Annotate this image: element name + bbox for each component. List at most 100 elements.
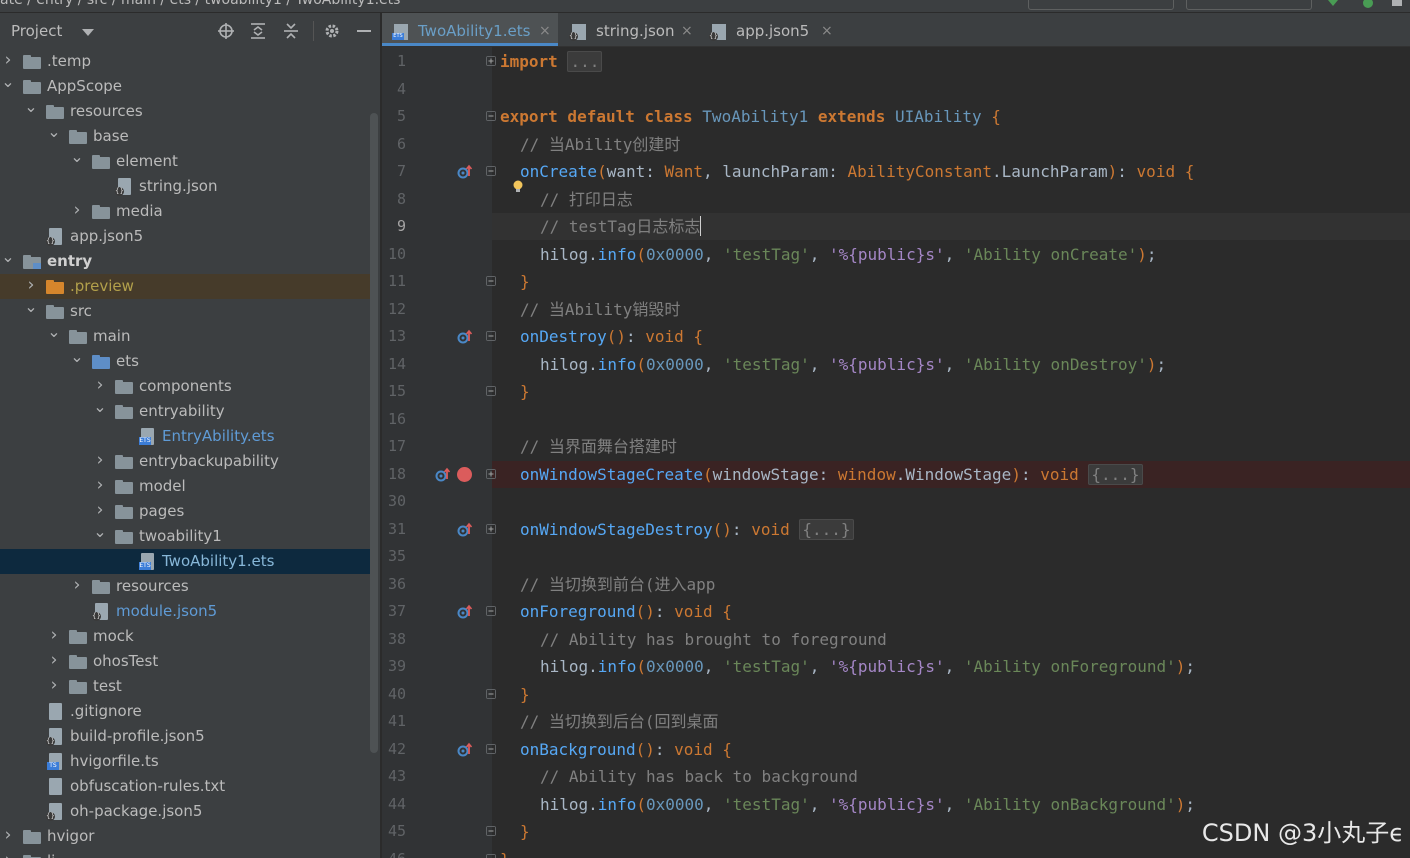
implements-override-icon[interactable] — [457, 329, 473, 345]
line-number[interactable]: 17 — [382, 437, 406, 455]
chevron-right-icon[interactable]: › — [70, 199, 84, 224]
implements-override-icon[interactable] — [457, 522, 473, 538]
breadcrumb[interactable]: ate / entry / src / main / ets / twoabil… — [0, 0, 400, 8]
line-number[interactable]: 13 — [382, 327, 406, 345]
tree-item[interactable]: ⌄ ets — [0, 349, 370, 374]
tree-item[interactable]: ⌄ entry — [0, 249, 370, 274]
tree-item[interactable]: ⌄ element — [0, 149, 370, 174]
code-line[interactable]: // Ability has back to background — [540, 763, 858, 790]
code-line[interactable]: import ... — [500, 48, 603, 75]
chevron-down-icon[interactable] — [82, 29, 94, 36]
code-token[interactable]: {...} — [1088, 463, 1143, 485]
fold-collapse-icon[interactable] — [486, 743, 496, 754]
no-devices-selector[interactable] — [1186, 0, 1312, 10]
code-line[interactable]: // 当切换到前台(进入app — [520, 571, 715, 598]
tree-item[interactable]: › li... — [0, 849, 370, 858]
fold-expand-icon[interactable] — [486, 523, 496, 534]
line-number[interactable]: 11 — [382, 272, 406, 290]
code-line[interactable]: } — [520, 818, 530, 845]
line-number[interactable]: 36 — [382, 575, 406, 593]
code-line[interactable]: onWindowStageDestroy(): void {...} — [520, 516, 854, 543]
tree-item[interactable]: .gitignore — [0, 699, 370, 724]
tab-app-json5[interactable]: {} app.json5 × — [700, 13, 840, 46]
tree-item[interactable]: {} build-profile.json5 — [0, 724, 370, 749]
chevron-right-icon[interactable]: › — [24, 274, 38, 299]
implements-override-icon[interactable] — [457, 604, 473, 620]
chevron-right-icon[interactable]: › — [47, 674, 61, 699]
code-line[interactable]: hilog.info(0x0000, 'testTag', '%{public}… — [540, 791, 1195, 818]
code-line[interactable]: // 当切换到后台(回到桌面 — [520, 708, 719, 735]
line-number[interactable]: 6 — [382, 135, 406, 153]
collapse-all-icon[interactable] — [282, 22, 300, 40]
tree-item[interactable]: TS hvigorfile.ts — [0, 749, 370, 774]
device-selector[interactable] — [1028, 0, 1174, 10]
tab-twoability1-ets[interactable]: ETS TwoAbility1.ets × — [382, 13, 558, 46]
code-line[interactable]: onWindowStageCreate(windowStage: window.… — [520, 461, 1143, 488]
chevron-right-icon[interactable]: › — [47, 649, 61, 674]
line-number[interactable]: 38 — [382, 630, 406, 648]
fold-collapse-icon[interactable] — [486, 606, 496, 616]
code-token[interactable]: ... — [567, 51, 603, 72]
fold-expand-icon[interactable] — [486, 56, 496, 66]
breakpoint-icon[interactable] — [457, 466, 472, 482]
chevron-right-icon[interactable]: › — [1, 824, 15, 849]
fold-collapse-icon[interactable] — [486, 826, 496, 836]
code-line[interactable]: // 当Ability销毁时 — [520, 296, 680, 323]
debug-icon[interactable] — [1360, 0, 1376, 10]
chevron-down-icon[interactable]: ⌄ — [93, 399, 107, 424]
code-line[interactable]: } — [520, 681, 530, 708]
chevron-right-icon[interactable]: › — [93, 374, 107, 399]
fold-collapse-icon[interactable] — [486, 688, 496, 699]
tree-item[interactable]: › resources — [0, 574, 370, 599]
tree-item[interactable]: › components — [0, 374, 370, 399]
line-number[interactable]: 15 — [382, 382, 406, 400]
line-number[interactable]: 37 — [382, 602, 406, 620]
chevron-right-icon[interactable]: › — [47, 624, 61, 649]
tree-item[interactable]: › .temp — [0, 49, 370, 74]
line-number[interactable]: 14 — [382, 355, 406, 373]
chevron-down-icon[interactable]: ⌄ — [24, 99, 38, 124]
tree-item[interactable]: {} oh-package.json5 — [0, 799, 370, 824]
crosshair-icon[interactable] — [217, 22, 235, 40]
chevron-right-icon[interactable]: › — [70, 574, 84, 599]
project-scrollbar[interactable] — [370, 113, 378, 753]
chevron-down-icon[interactable]: ⌄ — [93, 524, 107, 549]
chevron-right-icon[interactable]: › — [1, 49, 15, 74]
line-number[interactable]: 7 — [382, 162, 406, 180]
fold-collapse-icon[interactable] — [486, 386, 496, 396]
close-icon[interactable]: × — [539, 13, 551, 49]
line-number[interactable]: 45 — [382, 822, 406, 840]
tree-item[interactable]: ⌄ AppScope — [0, 74, 370, 99]
line-number[interactable]: 42 — [382, 740, 406, 758]
chevron-down-icon[interactable]: ⌄ — [70, 349, 84, 374]
line-number[interactable]: 39 — [382, 657, 406, 675]
code-line[interactable]: // 当界面舞台搭建时 — [520, 433, 677, 460]
line-number[interactable]: 31 — [382, 520, 406, 538]
line-number[interactable]: 10 — [382, 245, 406, 263]
code-line[interactable]: } — [500, 846, 510, 858]
tree-item[interactable]: {} module.json5 — [0, 599, 370, 624]
tree-item[interactable]: › pages — [0, 499, 370, 524]
tree-item[interactable]: ⌄ entryability — [0, 399, 370, 424]
implements-override-icon[interactable] — [457, 742, 473, 758]
code-line[interactable]: hilog.info(0x0000, 'testTag', '%{public}… — [540, 653, 1195, 680]
line-number[interactable]: 12 — [382, 300, 406, 318]
line-number[interactable]: 46 — [382, 850, 406, 858]
expand-all-icon[interactable] — [249, 22, 267, 40]
project-title[interactable]: Project — [11, 22, 62, 40]
tab-string-json[interactable]: {} string.json × — [560, 13, 700, 46]
line-number[interactable]: 9 — [382, 217, 406, 235]
line-number[interactable]: 43 — [382, 767, 406, 785]
chevron-right-icon[interactable]: › — [93, 449, 107, 474]
fold-collapse-icon[interactable] — [486, 111, 496, 121]
tree-item[interactable]: › media — [0, 199, 370, 224]
code-line[interactable]: onBackground(): void { — [520, 736, 732, 763]
fold-collapse-icon[interactable] — [486, 853, 496, 858]
line-number[interactable]: 4 — [382, 80, 406, 98]
close-icon[interactable]: × — [821, 13, 833, 49]
tree-item[interactable]: obfuscation-rules.txt — [0, 774, 370, 799]
implements-override-icon[interactable] — [457, 164, 473, 180]
tree-item[interactable]: ⌄ resources — [0, 99, 370, 124]
close-icon[interactable]: × — [681, 13, 693, 49]
line-number[interactable]: 35 — [382, 547, 406, 565]
